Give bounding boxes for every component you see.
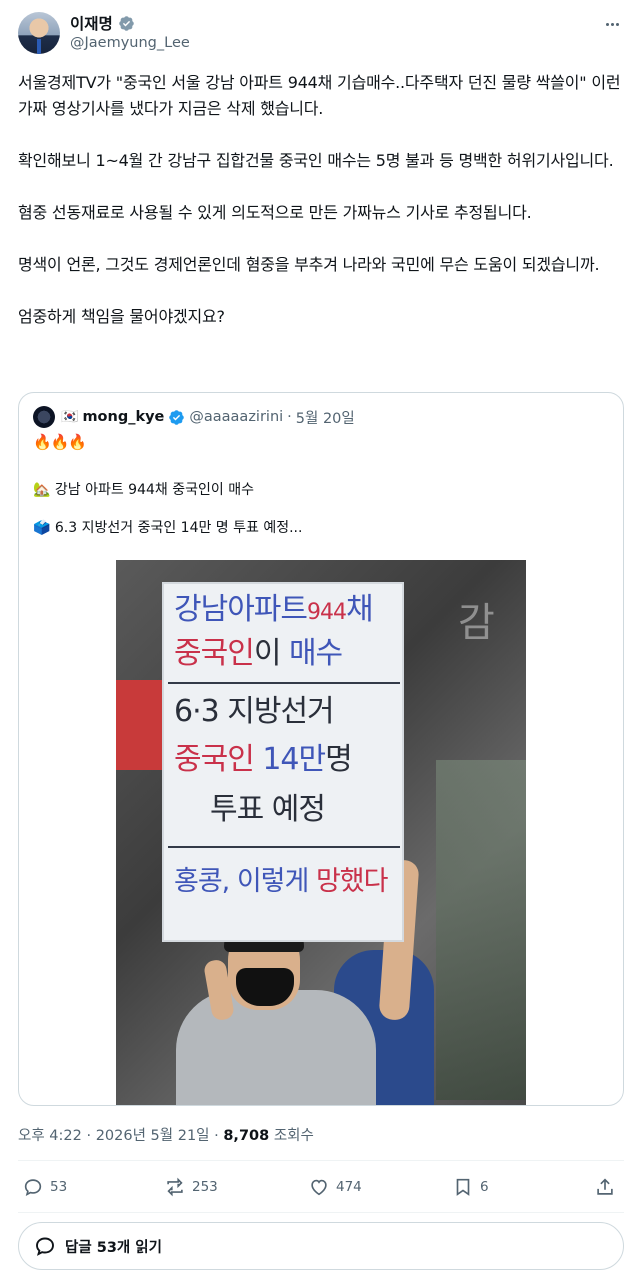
placard-text: 채: [346, 592, 374, 627]
background-signage: 감: [458, 600, 495, 646]
tweet-header: 이재명 @Jaemyung_Lee: [18, 12, 623, 58]
placard-divider: [168, 682, 400, 684]
tweet-paragraph: 엄중하게 책임을 물어야겠지요?: [18, 307, 225, 326]
share-button[interactable]: [594, 1176, 616, 1198]
face-mask: [236, 968, 294, 1006]
divider: [18, 1160, 624, 1161]
quoted-text-line: 🗳️ 6.3 지방선거 중국인 14만 명 투표 예정...: [33, 520, 303, 536]
like-count: 474: [336, 1179, 362, 1195]
like-button[interactable]: 474: [308, 1176, 362, 1198]
tweet-paragraph: 명색이 언론, 그것도 경제언론인데 혐중을 부추겨 나라와 국민에 무슨 도움…: [18, 255, 600, 274]
placard-line-2: 중국인이 매수: [174, 636, 396, 672]
author-name-row: 이재명: [70, 12, 135, 34]
tweet-text: 서울경제TV가 "중국인 서울 강남 아파트 944채 기습매수..다주택자 던…: [18, 70, 628, 330]
placard-divider: [168, 846, 400, 848]
separator-dot: ·: [287, 409, 292, 425]
placard-line-1: 강남아파트944채: [174, 592, 396, 631]
quoted-author-name[interactable]: mong_kye: [82, 409, 164, 425]
share-icon: [597, 1178, 613, 1195]
placard-text: 강남아파트: [174, 592, 308, 627]
meta-separator: ·: [209, 1128, 224, 1144]
tweet-time[interactable]: 오후 4:22: [18, 1128, 82, 1144]
placard-text: 중국인: [174, 742, 263, 777]
author-avatar[interactable]: [18, 12, 60, 54]
placard-text: 매수: [288, 636, 343, 671]
background-shop-sign: [116, 680, 164, 770]
quoted-tweet-photo[interactable]: 감 강남아파트944채 중국인이 매수 6·3 지방선거 중국인 14만명 투표…: [116, 560, 526, 1105]
read-replies-button[interactable]: 답글 53개 읽기: [18, 1222, 624, 1270]
retweet-button[interactable]: 253: [164, 1176, 218, 1198]
protest-placard: 강남아파트944채 중국인이 매수 6·3 지방선거 중국인 14만명 투표 예…: [162, 582, 404, 942]
placard-text: 14만: [262, 742, 326, 777]
reply-icon: [24, 1179, 42, 1196]
view-count: 8,708: [223, 1128, 270, 1144]
placard-text: 이: [253, 636, 289, 671]
quoted-text-line: 🏡 강남 아파트 944채 중국인이 매수: [33, 482, 254, 498]
placard-text: 명: [325, 742, 353, 777]
action-bar: 53 253 474 6: [18, 1168, 624, 1208]
flag-icon: 🇰🇷: [61, 409, 79, 425]
quoted-author-avatar[interactable]: [33, 406, 55, 428]
fire-emojis: 🔥🔥🔥: [33, 433, 87, 451]
bookmark-button[interactable]: 6: [452, 1176, 489, 1198]
view-count-label: 조회수: [269, 1128, 314, 1144]
placard-line-3: 6·3 지방선거: [174, 694, 396, 730]
reply-count: 53: [50, 1179, 68, 1195]
more-options-icon[interactable]: [601, 14, 623, 34]
quoted-author-handle[interactable]: @aaaaazirini: [189, 409, 283, 425]
tweet-meta: 오후 4:22 · 2026년 5월 21일 · 8,708 조회수: [18, 1124, 314, 1145]
reply-button[interactable]: 53: [22, 1176, 67, 1198]
placard-text: 6·3 지방선거: [174, 694, 335, 729]
placard-line-5: 투표 예정: [210, 792, 432, 828]
retweet-icon: [167, 1177, 183, 1197]
tweet-paragraph: 혐중 선동재료로 사용될 수 있게 의도적으로 만든 가짜뉴스 기사로 추정됩니…: [18, 203, 532, 222]
retweet-count: 253: [192, 1179, 218, 1195]
placard-text: 투표 예정: [210, 792, 326, 827]
divider: [18, 1212, 624, 1213]
background-storefront: [436, 760, 526, 1100]
bookmark-icon: [456, 1178, 470, 1196]
read-replies-label: 답글 53개 읽기: [65, 1239, 162, 1256]
placard-text: 중국인: [174, 636, 255, 671]
quoted-tweet-date[interactable]: 5월 20일: [296, 407, 355, 428]
chat-bubble-icon: [36, 1237, 54, 1256]
meta-separator: ·: [81, 1128, 96, 1144]
bookmark-count: 6: [480, 1179, 489, 1195]
quoted-tweet-header: 🇰🇷 mong_kye @aaaaazirini · 5월 20일: [33, 405, 355, 429]
author-handle[interactable]: @Jaemyung_Lee: [70, 35, 190, 51]
tweet-paragraph: 확인해보니 1~4월 간 강남구 집합건물 중국인 매수는 5명 불과 등 명백…: [18, 151, 614, 170]
quoted-tweet[interactable]: 🇰🇷 mong_kye @aaaaazirini · 5월 20일 🔥🔥🔥 🏡 …: [18, 392, 624, 1106]
verified-badge-icon: [169, 409, 185, 425]
placard-text: 944: [307, 600, 347, 625]
heart-icon: [311, 1179, 327, 1196]
placard-text: 망했다: [315, 866, 389, 897]
placard-text: 홍콩, 이렇게: [174, 866, 316, 897]
tweet-date[interactable]: 2026년 5월 21일: [96, 1128, 210, 1144]
tweet-paragraph: 서울경제TV가 "중국인 서울 강남 아파트 944채 기습매수..다주택자 던…: [18, 73, 621, 118]
verified-badge-icon: [119, 15, 134, 31]
author-display-name[interactable]: 이재명: [70, 12, 113, 34]
placard-line-4: 중국인 14만명: [174, 742, 396, 778]
placard-line-6: 홍콩, 이렇게 망했다: [174, 864, 396, 900]
